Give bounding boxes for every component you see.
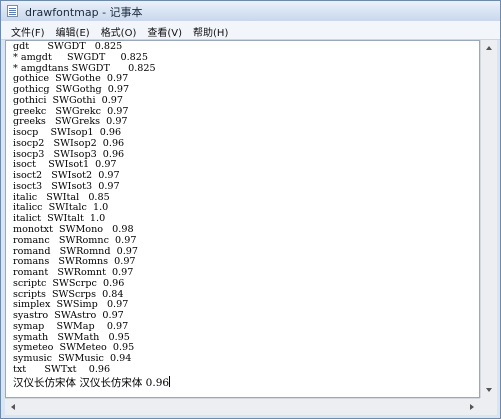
menu-file[interactable]: 文件(F) [5, 21, 50, 39]
scroll-right-arrow-icon[interactable] [470, 404, 474, 410]
scroll-left-arrow-icon[interactable] [11, 404, 15, 410]
text-line-current: 汉仪长仿宋体 汉仪长仿宋体 0.96 [13, 375, 171, 389]
menu-edit[interactable]: 编辑(E) [50, 21, 95, 39]
menu-help[interactable]: 帮助(H) [187, 21, 233, 39]
scroll-down-arrow-icon[interactable] [486, 388, 492, 392]
text-cursor [169, 375, 171, 387]
text-content[interactable]: gdt SWGDT 0.825 * amgdt SWGDT 0.825 * amgd… [13, 41, 171, 389]
current-line-text: 汉仪长仿宋体 汉仪长仿宋体 0.96 [13, 376, 170, 389]
menu-view[interactable]: 查看(V) [141, 21, 187, 39]
text-editor[interactable]: gdt SWGDT 0.825 * amgdt SWGDT 0.825 * amgd… [5, 40, 480, 398]
notepad-window: drawfontmap - 记事本 文件(F) 编辑(E) 格式(O) 查看(V) 帮助… [0, 0, 501, 419]
window-title: drawfontmap - 记事本 [25, 6, 143, 19]
text-line: romanc SWRomnc 0.97 [13, 234, 137, 246]
menu-bar: 文件(F) 编辑(E) 格式(O) 查看(V) 帮助(H) [1, 21, 500, 40]
scroll-up-arrow-icon[interactable] [486, 46, 492, 50]
text-line: * amgdt SWGDT 0.825 [13, 51, 148, 63]
scrollbar-corner [480, 398, 497, 415]
text-line: txt SWTxt 0.96 [13, 363, 111, 375]
text-line: gothici SWGothi 0.97 [13, 94, 123, 106]
title-bar[interactable]: drawfontmap - 记事本 [1, 1, 500, 21]
notepad-icon [7, 5, 18, 17]
horizontal-scrollbar[interactable] [5, 398, 480, 415]
vertical-scrollbar[interactable] [480, 40, 497, 398]
menu-format[interactable]: 格式(O) [95, 21, 142, 39]
text-line: scriptc SWScrpc 0.96 [13, 277, 125, 289]
